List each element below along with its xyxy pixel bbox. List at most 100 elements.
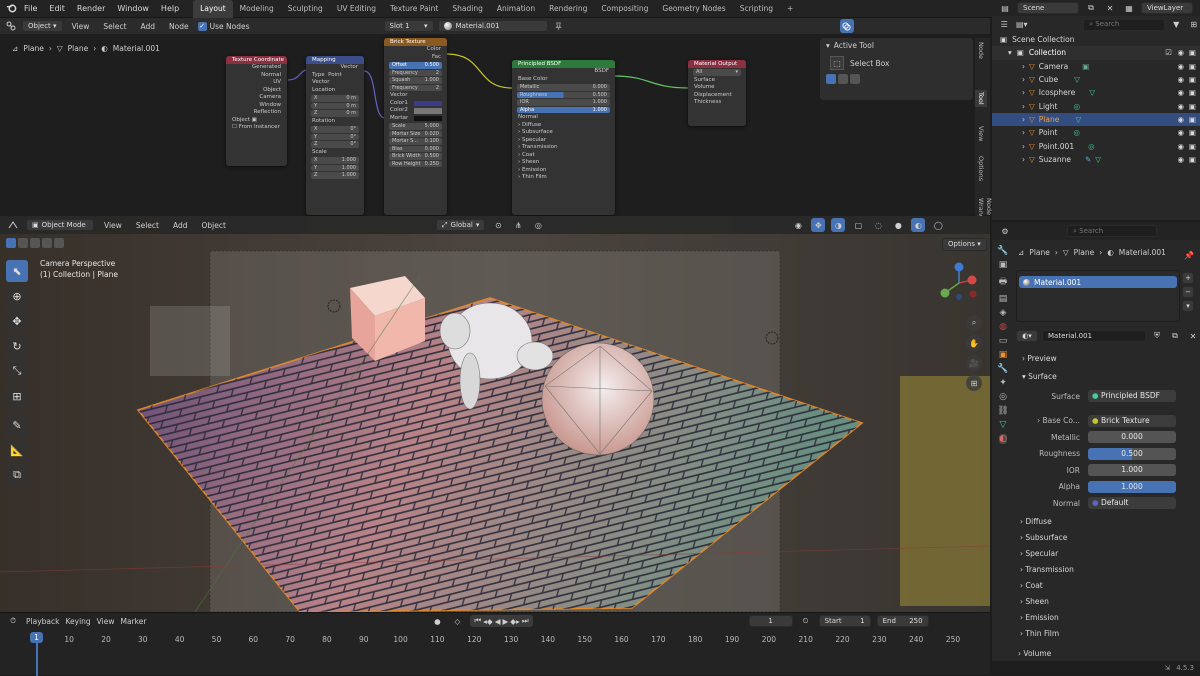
outliner-editor-icon[interactable]: ☰ xyxy=(998,18,1011,32)
pivot-icon[interactable]: ⊙ xyxy=(491,218,505,232)
vp-menu-view[interactable]: View xyxy=(100,221,126,230)
mapping-field[interactable]: X 0° xyxy=(311,126,359,133)
camera-render-icon[interactable]: ▣ xyxy=(1189,115,1196,124)
outliner-item-cube[interactable]: › ▽ Cube ▽ ◉ ▣ xyxy=(992,73,1200,86)
mapping-field[interactable]: Y 0 m xyxy=(311,102,359,109)
node-mapping[interactable]: Mapping Vector Type Point Vector Locatio… xyxy=(306,56,364,215)
color1-swatch[interactable] xyxy=(414,100,442,106)
bsdf-roughness-field[interactable]: Roughness 0.500 xyxy=(517,91,610,98)
normal-field[interactable]: ● Default xyxy=(1088,497,1176,510)
select-mode-extend-button[interactable] xyxy=(838,74,848,84)
bsdf-section-coat[interactable]: › Coat xyxy=(512,152,615,160)
tab-sculpting[interactable]: Sculpting xyxy=(281,0,330,18)
filter-icon[interactable]: ▼ xyxy=(1170,18,1183,32)
node-header[interactable]: Mapping xyxy=(306,56,364,64)
outliner-item-suzanne[interactable]: › ▽ Suzanne ✎ ▽ ◉ ▣ xyxy=(992,153,1200,166)
outliner-item-plane[interactable]: › ▽ Plane ▽ ◉ ▣ xyxy=(992,112,1200,127)
constraints-tab-icon[interactable]: ⛓ xyxy=(997,406,1008,416)
node-header[interactable]: Principled BSDF xyxy=(512,60,615,68)
mortar-smooth-field[interactable]: Mortar S... 0.100 xyxy=(389,138,442,145)
node-object-field[interactable]: Object ▣ xyxy=(226,117,287,125)
slot-menu-button[interactable]: ▾ xyxy=(1182,300,1194,312)
eye-icon[interactable]: ◉ xyxy=(1177,155,1184,164)
cursor-tool-icon[interactable]: ⊕ xyxy=(6,285,28,307)
subsection-diffuse[interactable]: › Diffuse xyxy=(992,513,1200,529)
outliner-item-camera[interactable]: › ▽ Camera ▣ ◉ ▣ xyxy=(992,60,1200,73)
measure-tool-icon[interactable]: 📐 xyxy=(6,439,28,461)
eye-icon[interactable]: ◉ xyxy=(1177,102,1184,111)
3d-viewport[interactable] xyxy=(0,216,990,612)
metallic-field[interactable]: 0.000 xyxy=(1088,431,1176,444)
mapping-type-row[interactable]: Type Point xyxy=(306,72,364,80)
gizmo-toggle-icon[interactable]: ✥ xyxy=(811,218,826,232)
transform-tool-icon[interactable]: ⊞ xyxy=(6,385,28,407)
side-tab-view[interactable]: View xyxy=(977,126,985,141)
row-height-field[interactable]: Row Height 0.250 xyxy=(389,160,442,167)
tab-animation[interactable]: Animation xyxy=(490,0,542,18)
scene-close-icon[interactable]: ✕ xyxy=(1103,1,1117,15)
transform-orientation-select[interactable]: ⤢ Global ▾ xyxy=(435,219,486,231)
eye-icon[interactable]: ◉ xyxy=(1177,88,1184,97)
camera-render-icon[interactable]: ▣ xyxy=(1189,155,1196,164)
output-target-select[interactable]: All ▾ xyxy=(693,69,741,76)
outliner-item-icosphere[interactable]: › ▽ Icosphere ▽ ◉ ▣ xyxy=(992,86,1200,99)
scene-tab-icon[interactable]: ◈ xyxy=(1000,308,1007,318)
outliner-item-point-001[interactable]: › ▽ Point.001 ◎ ◉ ▣ xyxy=(992,139,1200,152)
node-header[interactable]: Brick Texture xyxy=(384,38,447,46)
properties-editor[interactable]: ⚙ ⌕ Search 🔧 ▣ 🖶 ▤ ◈ ◍ ▭ ▣ 🔧 ✦ ◎ ⛓ ▽ ◐ ⊿… xyxy=(992,222,1200,675)
bsdf-alpha-field[interactable]: Alpha 1.000 xyxy=(517,106,610,113)
viewport-editor-type-icon[interactable] xyxy=(6,218,20,232)
bsdf-section-emission[interactable]: › Emission xyxy=(512,167,615,175)
duplicate-icon[interactable]: ⧉ xyxy=(1168,329,1182,343)
vp-menu-object[interactable]: Object xyxy=(197,221,229,230)
tab-rendering[interactable]: Rendering xyxy=(542,0,594,18)
scene-copy-icon[interactable]: ⧉ xyxy=(1084,1,1098,15)
outliner-collection[interactable]: ▾ ▣ Collection ☑ ◉ ▣ xyxy=(992,46,1200,60)
mapping-field[interactable]: Y 1.000 xyxy=(311,164,359,171)
subsection-emission[interactable]: › Emission xyxy=(992,609,1200,625)
camera-render-icon[interactable]: ▣ xyxy=(1189,128,1196,137)
tab-uv-editing[interactable]: UV Editing xyxy=(330,0,383,18)
viewport-options-button[interactable]: Options ▾ xyxy=(942,238,987,251)
color2-swatch[interactable] xyxy=(414,108,442,114)
brick-frequency2-field[interactable]: Frequency 2 xyxy=(389,84,442,91)
bsdf-section-sheen[interactable]: › Sheen xyxy=(512,159,615,167)
shading-wireframe-icon[interactable]: ◌ xyxy=(871,218,885,232)
camera-render-icon[interactable]: ▣ xyxy=(1189,142,1196,151)
pan-hand-icon[interactable]: ✋ xyxy=(966,335,982,351)
subsection-specular[interactable]: › Specular xyxy=(992,545,1200,561)
material-name-field[interactable]: Material.001 xyxy=(1042,330,1146,342)
chevron-right-icon[interactable]: › xyxy=(1022,115,1025,124)
rotate-tool-icon[interactable]: ↻ xyxy=(6,335,28,357)
camera-render-icon[interactable]: ▣ xyxy=(1189,75,1196,84)
bsdf-section-transmission[interactable]: › Transmission xyxy=(512,144,615,152)
outliner-item-light[interactable]: › ▽ Light ◎ ◉ ▣ xyxy=(992,99,1200,112)
tab-layout[interactable]: Layout xyxy=(193,0,233,18)
menu-render[interactable]: Render xyxy=(71,4,111,13)
shader-node-editor[interactable]: Object ▾ View Select Add Node ✓ Use Node… xyxy=(0,18,993,228)
camera-render-icon[interactable]: ▣ xyxy=(1189,62,1196,71)
select-subtract-icon[interactable] xyxy=(30,238,40,248)
bsdf-metallic-field[interactable]: Metallic 0.000 xyxy=(517,84,610,91)
mapping-field[interactable]: Z 0° xyxy=(311,141,359,148)
properties-search[interactable]: ⌕ Search xyxy=(1067,225,1157,237)
node-brick-texture[interactable]: Brick Texture Color Fac Offset 0.500 Freq… xyxy=(384,38,447,215)
mortar-swatch[interactable] xyxy=(414,115,442,121)
color1-input[interactable]: Color1 xyxy=(384,100,447,108)
eye-icon[interactable]: ◉ xyxy=(1177,142,1184,151)
brick-scale-field[interactable]: Scale 5.000 xyxy=(389,123,442,130)
chevron-down-icon[interactable]: ▾ xyxy=(826,41,830,50)
brick-squash-field[interactable]: Squash 1.000 xyxy=(389,77,442,84)
mapping-field[interactable]: Y 0° xyxy=(311,133,359,140)
alpha-field[interactable]: 1.000 xyxy=(1088,480,1176,493)
data-tab-icon[interactable]: ▽ xyxy=(1000,420,1007,430)
mortar-input[interactable]: Mortar xyxy=(384,115,447,123)
outliner-scene-collection[interactable]: ▣ Scene Collection xyxy=(992,33,1200,46)
select-mode-subtract-button[interactable] xyxy=(850,74,860,84)
add-cube-tool-icon[interactable]: ⧉ xyxy=(6,464,28,486)
unlink-icon[interactable]: ✕ xyxy=(1186,329,1200,343)
visibility-icon[interactable]: ◉ xyxy=(791,218,805,232)
subsection-sheen[interactable]: › Sheen xyxy=(992,593,1200,609)
surface-panel-header[interactable]: ▾ Surface xyxy=(992,368,1200,384)
outliner-item-point[interactable]: › ▽ Point ◎ ◉ ▣ xyxy=(992,126,1200,139)
